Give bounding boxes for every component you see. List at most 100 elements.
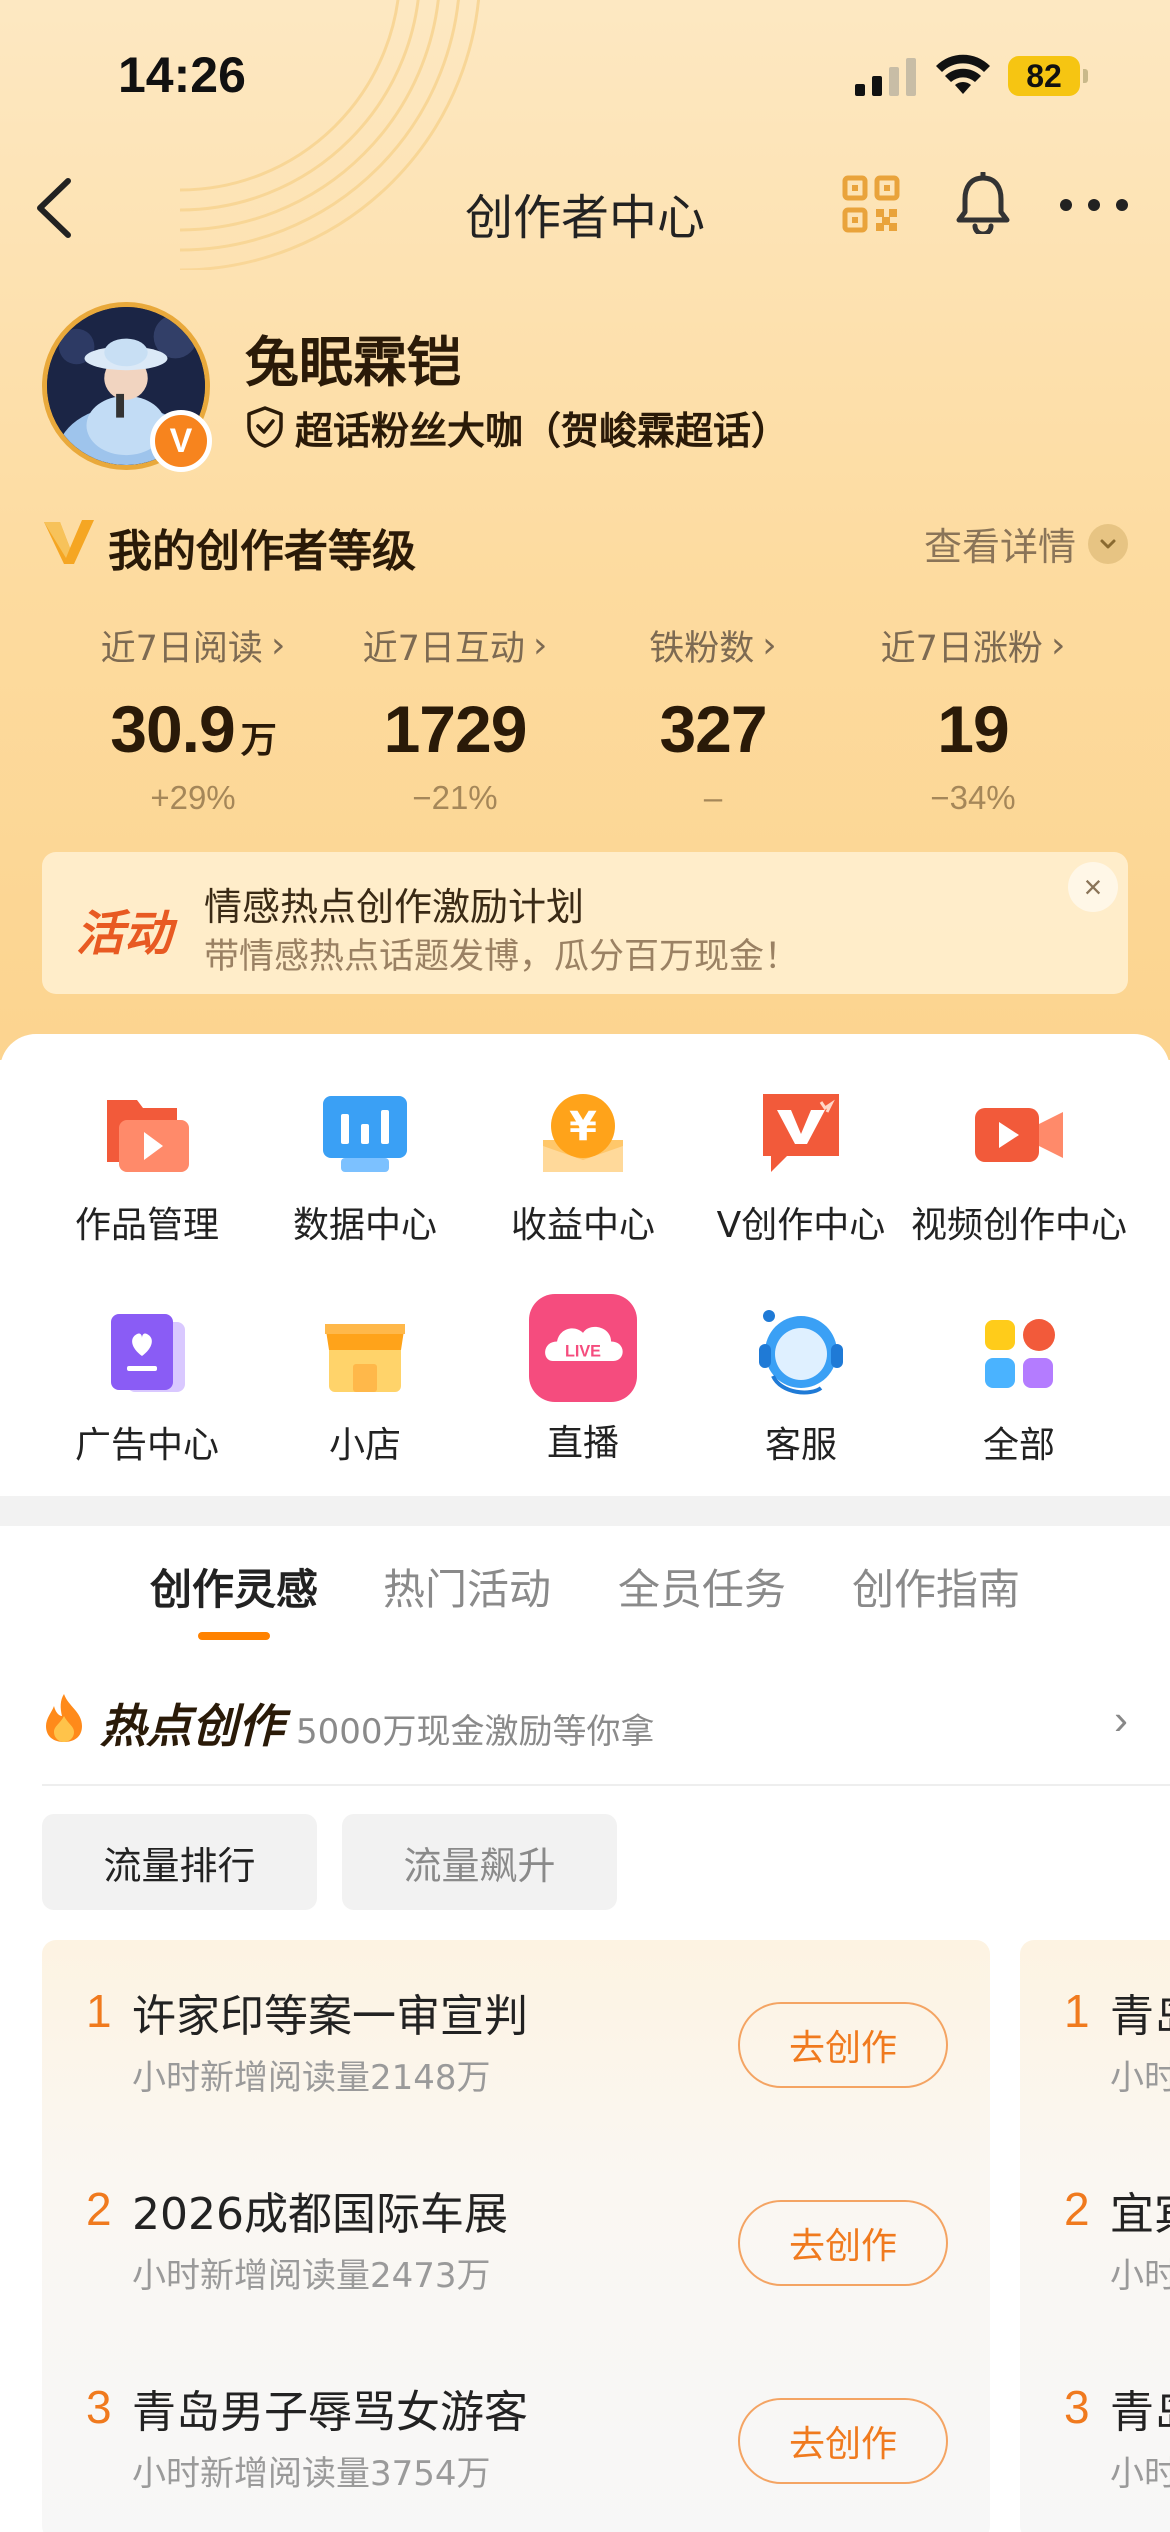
tool-works-management[interactable]: 作品管理: [32, 1084, 262, 1254]
stat-label: 近7日涨粉 ›: [880, 625, 1066, 669]
all-grid-icon: [985, 1319, 1055, 1388]
tool-video-create-center[interactable]: 视频创作中心: [904, 1084, 1134, 1254]
tab-all-tasks[interactable]: 全员任务: [618, 1556, 786, 1617]
stat-change: +29%: [150, 779, 236, 816]
data-chart-icon: [323, 1096, 407, 1172]
trend-reads: 小时新增阅读量2473万: [132, 2256, 491, 2296]
activity-tag: 活动: [76, 906, 173, 962]
tool-ad-center[interactable]: 广告中心: [32, 1304, 262, 1474]
rank-number: 3: [86, 2381, 112, 2433]
works-folder-icon: [107, 1100, 189, 1172]
tool-label: 直播: [546, 1423, 619, 1464]
ranking-card: 1 许家印等案一审宣判 小时新增阅读量2148万 去创作 2 2026成都国际车…: [42, 1940, 990, 2532]
tab-guide[interactable]: 创作指南: [852, 1556, 1020, 1617]
username: 兔眠霖铠: [245, 331, 461, 394]
battery-cap: [1083, 69, 1088, 83]
qr-code-icon[interactable]: [842, 175, 900, 233]
ad-book-icon: [111, 1314, 185, 1392]
tool-data-center[interactable]: 数据中心: [250, 1084, 480, 1254]
activity-banner[interactable]: 活动 情感热点创作激励计划 带情感热点话题发博，瓜分百万现金！ ×: [42, 852, 1128, 994]
go-create-button[interactable]: 去创作: [738, 2200, 948, 2286]
fan-badge[interactable]: 超话粉丝大咖（贺峻霖超话）: [245, 402, 790, 453]
trend-title[interactable]: 2026成都国际车展: [132, 2178, 508, 2242]
status-bar: 14:26 82: [0, 0, 1170, 150]
rank-number: 2: [1064, 2183, 1090, 2235]
stat-interactions[interactable]: 近7日互动 › 1729 −21%: [320, 620, 590, 817]
live-icon: LIVE: [529, 1294, 637, 1402]
notification-bell-icon[interactable]: [954, 172, 1012, 234]
stat-new-fans[interactable]: 近7日涨粉 › 19 −34%: [838, 620, 1108, 817]
tool-income-center[interactable]: ¥ 收益中心: [468, 1084, 698, 1254]
stat-label: 近7日阅读 ›: [100, 625, 286, 669]
tab-hot-events[interactable]: 热门活动: [383, 1556, 551, 1617]
tool-label: 视频创作中心: [910, 1205, 1127, 1246]
go-create-button[interactable]: 去创作: [738, 2002, 948, 2088]
fan-badge-text: 超话粉丝大咖（贺峻霖超话）: [295, 408, 790, 453]
chevron-right-icon[interactable]: ›: [1114, 1696, 1128, 1744]
stat-label: 铁粉数 ›: [649, 625, 777, 669]
active-tab-indicator: [198, 1632, 270, 1640]
tool-label: 客服: [764, 1425, 837, 1466]
wifi-icon: [936, 54, 990, 94]
creator-level-title: 我的创作者等级: [108, 526, 416, 577]
ranking-card-next[interactable]: 1 青岛 小时 2 宜宾 小时 3 青岛 小时: [1020, 1940, 1170, 2532]
tool-label: 作品管理: [74, 1205, 219, 1246]
view-details-link[interactable]: 查看详情: [924, 516, 1128, 571]
tool-v-create-center[interactable]: V创作中心: [686, 1084, 916, 1254]
stat-value: 1729: [383, 692, 528, 766]
section-divider: [0, 1496, 1170, 1526]
tool-label: 小店: [328, 1425, 401, 1466]
content-tabs: 创作灵感 热门活动 全员任务 创作指南: [0, 1556, 1170, 1646]
trend-reads: 小时: [1110, 2454, 1170, 2494]
customer-service-icon: [759, 1310, 843, 1395]
battery-level: 82: [1008, 56, 1080, 96]
svg-text:¥: ¥: [569, 1104, 597, 1150]
trend-reads: 小时: [1110, 2256, 1170, 2296]
trend-title[interactable]: 许家印等案一审宣判: [132, 1980, 528, 2044]
stat-iron-fans[interactable]: 铁粉数 › 327 –: [578, 620, 848, 817]
cellular-signal-icon: [855, 58, 916, 96]
svg-text:LIVE: LIVE: [565, 1343, 601, 1361]
hot-creation-header[interactable]: 热点创作 5000万现金激励等你拿 ›: [42, 1690, 1128, 1760]
stat-reads[interactable]: 近7日阅读 › 30.9 万 +29%: [58, 620, 328, 817]
back-arrow-icon[interactable]: [30, 175, 80, 241]
go-create-button[interactable]: 去创作: [738, 2398, 948, 2484]
tools-panel: 作品管理 数据中心 ¥ 收益中心 V创作中心 视频创作中心 广告中心 小店 LI…: [0, 1034, 1170, 1496]
stat-value: 19: [937, 692, 1009, 766]
stat-value: 327: [659, 692, 767, 766]
stats-row: 近7日阅读 › 30.9 万 +29% 近7日互动 › 1729 −21% 铁粉数 › …: [0, 620, 1170, 820]
verified-v-badge: V: [150, 410, 212, 472]
trend-title[interactable]: 青岛男子辱骂女游客: [132, 2376, 528, 2440]
trend-reads: 小时新增阅读量3754万: [132, 2454, 491, 2494]
chip-traffic-rank[interactable]: 流量排行: [42, 1814, 317, 1910]
close-icon[interactable]: ×: [1068, 862, 1118, 912]
chevron-down-icon: [1088, 523, 1128, 564]
stat-change: –: [703, 779, 723, 816]
fire-icon: [46, 1694, 82, 1742]
rank-number: 1: [1064, 1985, 1090, 2037]
tool-label: 全部: [982, 1425, 1055, 1466]
banner-title: 情感热点创作激励计划: [204, 885, 585, 929]
trend-title: 宜宾: [1110, 2189, 1170, 2240]
more-options-icon[interactable]: [1058, 195, 1130, 215]
tab-inspiration[interactable]: 创作灵感: [150, 1556, 318, 1617]
tool-shop[interactable]: 小店: [250, 1304, 480, 1474]
tool-customer-service[interactable]: 客服: [686, 1304, 916, 1474]
shield-icon: [247, 406, 283, 448]
stat-change: −21%: [412, 779, 498, 816]
income-coin-icon: ¥: [543, 1094, 623, 1172]
tool-label: 数据中心: [292, 1205, 437, 1246]
tool-label: 收益中心: [510, 1205, 655, 1246]
creator-level-row: 我的创作者等级 查看详情: [42, 510, 1128, 577]
v-level-icon: [44, 520, 94, 564]
rank-number: 2: [86, 2183, 112, 2235]
hot-divider: [42, 1784, 1170, 1786]
banner-subtitle: 带情感热点话题发博，瓜分百万现金！: [204, 937, 800, 977]
stat-change: −34%: [930, 779, 1016, 816]
v-create-icon: [763, 1094, 839, 1172]
view-details-label: 查看详情: [923, 525, 1076, 569]
battery-indicator: 82: [1008, 56, 1088, 96]
chip-traffic-rising[interactable]: 流量飙升: [342, 1814, 617, 1910]
tool-all[interactable]: 全部: [904, 1304, 1134, 1474]
tool-live[interactable]: LIVE 直播: [468, 1294, 698, 1464]
